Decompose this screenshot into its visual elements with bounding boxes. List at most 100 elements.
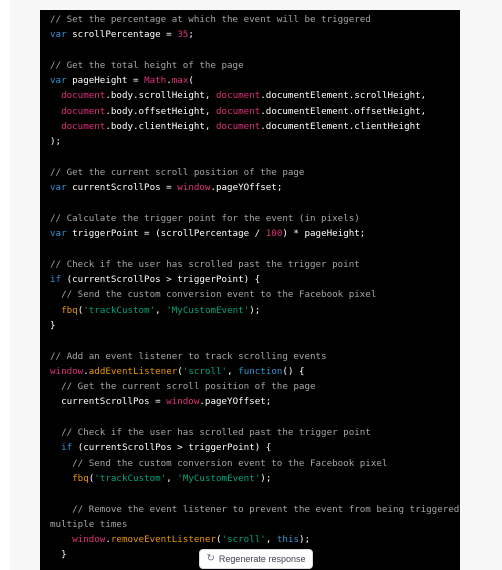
- code-token: // Add an event listener to track scroll…: [50, 350, 327, 362]
- code-line: var triggerPoint = (scrollPercentage / 1…: [50, 226, 460, 241]
- code-token: document: [61, 90, 106, 102]
- code-token: currentScrollPos =: [50, 396, 167, 408]
- code-token: (: [188, 75, 194, 87]
- code-token: () {: [282, 365, 305, 377]
- code-token: 35: [177, 29, 189, 41]
- code-line: // Add an event listener to track scroll…: [50, 349, 460, 364]
- page-background: // Set the percentage at which the event…: [0, 0, 502, 570]
- code-line: // Get the current scroll position of th…: [50, 165, 460, 180]
- code-token: document: [61, 121, 106, 133]
- code-lines: // Set the percentage at which the event…: [50, 12, 460, 563]
- code-line: // Get the total height of the page: [50, 58, 460, 73]
- code-token: var: [50, 29, 67, 41]
- code-token: document: [61, 105, 106, 117]
- code-token: multiple times: [50, 518, 128, 530]
- code-token: );: [50, 136, 62, 148]
- code-line: var currentScrollPos = window.pageYOffse…: [50, 180, 460, 195]
- code-token: document: [215, 90, 261, 102]
- code-token: if: [50, 274, 62, 286]
- code-token: );: [260, 472, 272, 484]
- code-token: document: [215, 105, 261, 117]
- code-line: if (currentScrollPos > triggerPoint) {: [50, 440, 460, 455]
- code-token: ,: [265, 534, 277, 546]
- code-token: 'scroll': [221, 534, 266, 546]
- code-token: window: [50, 365, 84, 377]
- code-token: // Calculate the trigger point for the e…: [50, 212, 360, 224]
- code-token: // Send the custom conversion event to t…: [72, 457, 388, 469]
- code-line: // Check if the user has scrolled past t…: [50, 257, 460, 272]
- code-line: document.body.clientHeight, document.doc…: [50, 119, 460, 134]
- code-token: // Check if the user has scrolled past t…: [50, 258, 360, 270]
- code-line: }: [50, 318, 460, 333]
- code-token: (currentScrollPos > triggerPoint) {: [61, 274, 261, 286]
- code-token: this: [276, 534, 300, 546]
- code-token: window: [166, 396, 200, 408]
- code-line: // Check if the user has scrolled past t…: [50, 425, 460, 440]
- code-token: // Get the total height of the page: [50, 59, 244, 71]
- code-token: // Check if the user has scrolled past t…: [61, 427, 371, 439]
- code-token: fbq: [61, 304, 78, 316]
- code-token: ,: [155, 304, 167, 316]
- regenerate-response-label: Regenerate response: [218, 554, 306, 564]
- code-token: ,: [227, 365, 239, 377]
- code-line: // Remove the event listener to prevent …: [50, 502, 460, 517]
- code-line: document.body.offsetHeight, document.doc…: [50, 104, 460, 119]
- code-token: currentScrollPos =: [66, 182, 178, 194]
- code-token: .body.scrollHeight,: [105, 90, 216, 102]
- code-token: addEventListener: [88, 365, 178, 377]
- code-token: }: [50, 549, 67, 561]
- code-token: // Set the percentage at which the event…: [50, 14, 371, 25]
- code-token: pageHeight =: [66, 75, 145, 87]
- code-token: .pageYOffset;: [199, 396, 272, 408]
- code-token: .documentElement.offsetHeight,: [260, 105, 427, 117]
- code-token: 'trackCustom': [94, 472, 167, 484]
- refresh-icon: ↻: [206, 553, 215, 564]
- code-token: removeEventListener: [110, 534, 216, 546]
- code-line: );: [50, 134, 460, 149]
- code-token: var: [50, 75, 67, 87]
- code-line: currentScrollPos = window.pageYOffset;: [50, 394, 460, 409]
- code-token: if: [61, 442, 73, 454]
- code-token: .pageYOffset;: [210, 182, 283, 194]
- code-line: if (currentScrollPos > triggerPoint) {: [50, 272, 460, 287]
- code-token: ) * pageHeight;: [282, 228, 366, 240]
- code-token: .body.offsetHeight,: [105, 105, 216, 117]
- code-token: triggerPoint = (scrollPercentage /: [66, 228, 266, 240]
- code-line: document.body.scrollHeight, document.doc…: [50, 88, 460, 103]
- code-line: var pageHeight = Math.max(: [50, 73, 460, 88]
- code-token: 'MyCustomEvent': [177, 472, 261, 484]
- code-token: 'trackCustom': [83, 304, 156, 316]
- code-token: 100: [265, 228, 283, 240]
- code-line: var scrollPercentage = 35;: [50, 27, 460, 42]
- code-line: fbq('trackCustom', 'MyCustomEvent');: [50, 471, 460, 486]
- regenerate-response-button[interactable]: ↻ Regenerate response: [199, 549, 313, 569]
- code-token: // Remove the event listener to prevent …: [72, 503, 460, 515]
- code-token: ,: [166, 472, 178, 484]
- code-token: .body.clientHeight,: [105, 121, 216, 133]
- code-token: scrollPercentage =: [66, 29, 178, 41]
- code-token: Math: [144, 75, 167, 87]
- code-line: window.removeEventListener('scroll', thi…: [50, 532, 460, 547]
- code-token: var: [50, 228, 67, 240]
- code-token: 'MyCustomEvent': [166, 304, 250, 316]
- code-line: // Calculate the trigger point for the e…: [50, 211, 460, 226]
- code-token: window: [177, 182, 211, 194]
- code-token: fbq: [72, 472, 89, 484]
- code-token: // Get the current scroll position of th…: [61, 381, 316, 393]
